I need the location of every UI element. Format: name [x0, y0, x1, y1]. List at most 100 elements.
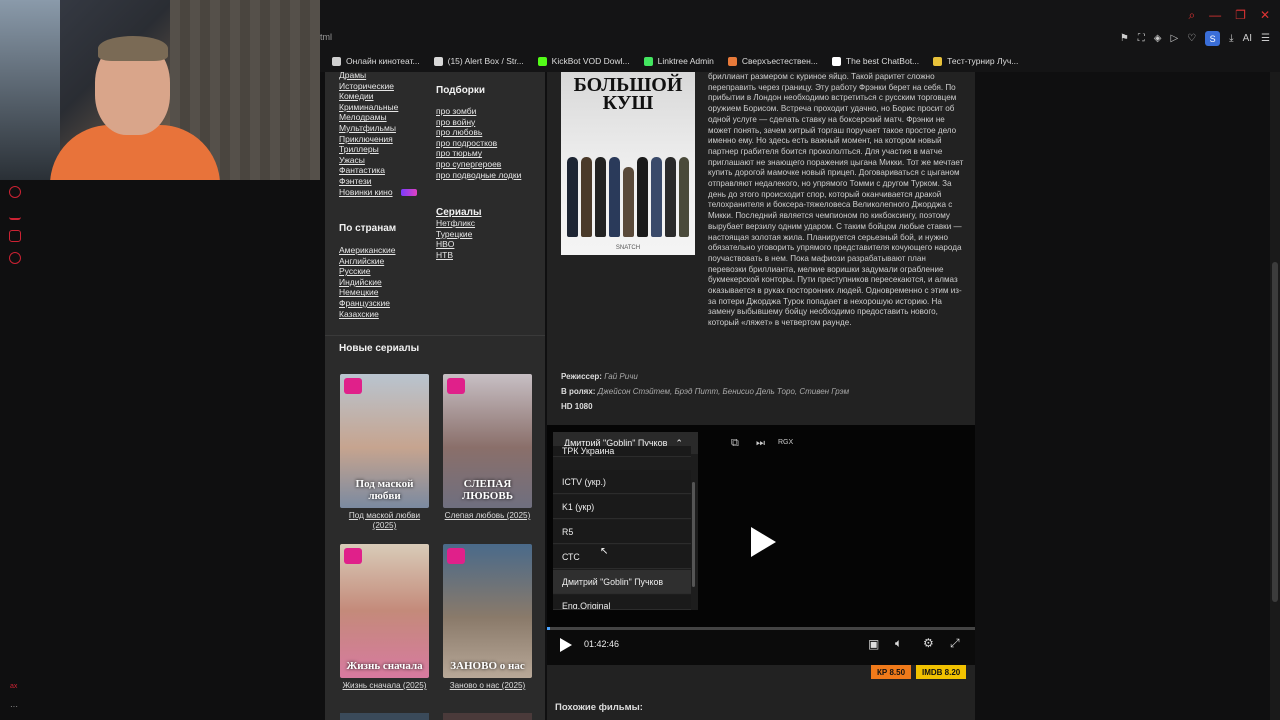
bookmark-label: The best ChatBot... — [845, 56, 920, 66]
genre-link[interactable]: Драмы — [339, 70, 417, 81]
fullscreen-icon[interactable]: ⤢ — [950, 636, 960, 651]
collection-link[interactable]: про подводные лодки — [436, 170, 521, 181]
series-link[interactable]: Жизнь сначала (2025) — [335, 681, 434, 691]
new-badge-icon — [400, 188, 417, 196]
bookmark-label: Онлайн кинотеат... — [346, 56, 420, 66]
shield-icon[interactable]: ◈ — [1154, 33, 1162, 44]
country-link[interactable]: Американские — [339, 245, 396, 256]
series-link[interactable]: Под маской любви (2025) — [340, 511, 429, 531]
series-poster[interactable]: ЗАНОВО о нас — [443, 544, 532, 678]
bookmark-item[interactable]: Онлайн кинотеат... — [332, 56, 420, 66]
genre-link[interactable]: Мелодрамы — [339, 112, 417, 123]
settings-icon[interactable]: ⚙︎ — [923, 636, 934, 650]
dropdown-scrollbar[interactable] — [692, 482, 695, 587]
series-category-link[interactable]: НТВ — [436, 250, 475, 261]
series-category-link[interactable]: HBO — [436, 239, 475, 250]
clock-icon[interactable] — [9, 186, 21, 198]
play-icon[interactable] — [560, 638, 572, 652]
minimize-icon[interactable]: — — [1209, 8, 1221, 23]
series-poster[interactable]: СЛЕПАЯ ЛЮБОВЬ — [443, 374, 532, 508]
restore-icon[interactable]: ❐ — [1235, 8, 1246, 23]
genre-link[interactable]: Новинки кино — [339, 187, 417, 198]
genre-link[interactable]: Ужасы — [339, 155, 417, 166]
bookmark-icon[interactable]: ⚑ — [1120, 33, 1129, 44]
collection-link[interactable]: про зомби — [436, 106, 521, 117]
country-link[interactable]: Казахские — [339, 309, 396, 320]
country-link[interactable]: Русские — [339, 266, 396, 277]
series-poster[interactable]: Жизнь сначала — [340, 544, 429, 678]
collection-link[interactable]: про любовь — [436, 127, 521, 138]
settings-icon[interactable] — [9, 252, 21, 264]
volume-icon[interactable]: 🔈︎ — [895, 636, 902, 651]
genre-link[interactable]: Мультфильмы — [339, 123, 417, 134]
genre-list: Драмы Исторические Комедии Криминальные Мело… — [339, 70, 417, 197]
voice-option[interactable]: ICTV (укр.) — [553, 470, 691, 494]
country-link[interactable]: Индийские — [339, 277, 396, 288]
close-icon[interactable]: ✕ — [1260, 8, 1270, 23]
bookmark-item[interactable]: The best ChatBot... — [831, 56, 920, 66]
play-icon[interactable]: ▷ — [1170, 33, 1178, 44]
voice-option[interactable]: ТРК Украина — [553, 446, 691, 457]
genre-link[interactable]: Комедии — [339, 91, 417, 102]
download-icon[interactable] — [9, 208, 21, 220]
bookmark-item[interactable]: KickBot VOD Dowl... — [537, 56, 630, 66]
voice-option[interactable]: СТС — [553, 545, 691, 569]
series-poster[interactable] — [340, 713, 429, 720]
chat-icon[interactable] — [9, 230, 21, 242]
more-icon[interactable]: ··· — [10, 702, 18, 711]
next-icon[interactable]: ⏭ — [756, 438, 765, 449]
address-bar[interactable]: tml — [320, 32, 332, 42]
bookmark-item[interactable]: Тест-турнир Луч... — [933, 56, 1018, 66]
progress-bar[interactable] — [547, 627, 975, 630]
play-button[interactable] — [751, 527, 776, 557]
ax-icon[interactable]: ax — [10, 683, 17, 690]
bookmark-icon — [831, 56, 841, 66]
countries-list: Американские Английские Русские Индийские Не… — [339, 245, 396, 319]
pip-icon[interactable]: ▣ — [868, 637, 879, 651]
genre-link[interactable]: Фантастика — [339, 165, 417, 176]
series-poster[interactable] — [443, 713, 532, 720]
bookmark-item[interactable]: Linktree Admin — [643, 56, 714, 66]
rgx-label[interactable]: RGX — [778, 439, 793, 446]
voice-option[interactable]: Eng.Original — [553, 595, 691, 610]
bookmark-icon — [933, 56, 943, 66]
collection-link[interactable]: про подростков — [436, 138, 521, 149]
series-title[interactable]: Сериалы — [436, 207, 482, 218]
voice-option[interactable]: R5 — [553, 520, 691, 544]
pip-icon[interactable]: ⧉ — [731, 437, 739, 450]
progress-fill — [547, 627, 550, 630]
collection-link[interactable]: про тюрьму — [436, 148, 521, 159]
channel-logo — [447, 548, 465, 564]
series-link[interactable]: Заново о нас (2025) — [440, 681, 535, 691]
genre-link[interactable]: Приключения — [339, 134, 417, 145]
bookmark-item[interactable]: (15) Alert Box / Str... — [433, 56, 524, 66]
voice-option[interactable]: Дмитрий "Goblin" Пучков — [553, 570, 691, 594]
country-link[interactable]: Французские — [339, 298, 396, 309]
genre-link[interactable]: Триллеры — [339, 144, 417, 155]
profile-button[interactable]: S — [1205, 31, 1221, 46]
page-scrollbar[interactable] — [1270, 72, 1280, 720]
heart-icon[interactable]: ♡ — [1187, 33, 1196, 44]
ai-button[interactable]: AI — [1243, 33, 1252, 44]
series-category-link[interactable]: Нетфликс — [436, 218, 475, 229]
genre-link[interactable]: Исторические — [339, 81, 417, 92]
menu-icon[interactable]: ☰ — [1261, 33, 1270, 44]
genre-link[interactable]: Криминальные — [339, 102, 417, 113]
genre-link[interactable]: Фэнтези — [339, 176, 417, 187]
country-link[interactable]: Английские — [339, 256, 396, 267]
bookmark-item[interactable]: Сверхъестествен... — [727, 56, 818, 66]
series-link[interactable]: Слепая любовь (2025) — [436, 511, 539, 521]
director-row: Режиссер: Гай Ричи — [561, 372, 638, 381]
voice-option[interactable]: K1 (укр) — [553, 495, 691, 519]
country-link[interactable]: Немецкие — [339, 287, 396, 298]
scrollbar-thumb[interactable] — [1272, 262, 1278, 602]
quality-label: HD 1080 — [561, 402, 593, 411]
search-icon[interactable]: ⌕ — [1188, 8, 1195, 23]
series-poster[interactable]: Под маской любви — [340, 374, 429, 508]
screenshot-icon[interactable]: ⛶ — [1138, 33, 1145, 44]
download-icon[interactable]: ⤓ — [1229, 33, 1233, 44]
collection-link[interactable]: про супергероев — [436, 159, 521, 170]
collection-link[interactable]: про войну — [436, 117, 521, 128]
series-category-link[interactable]: Турецкие — [436, 229, 475, 240]
channel-logo — [447, 378, 465, 394]
